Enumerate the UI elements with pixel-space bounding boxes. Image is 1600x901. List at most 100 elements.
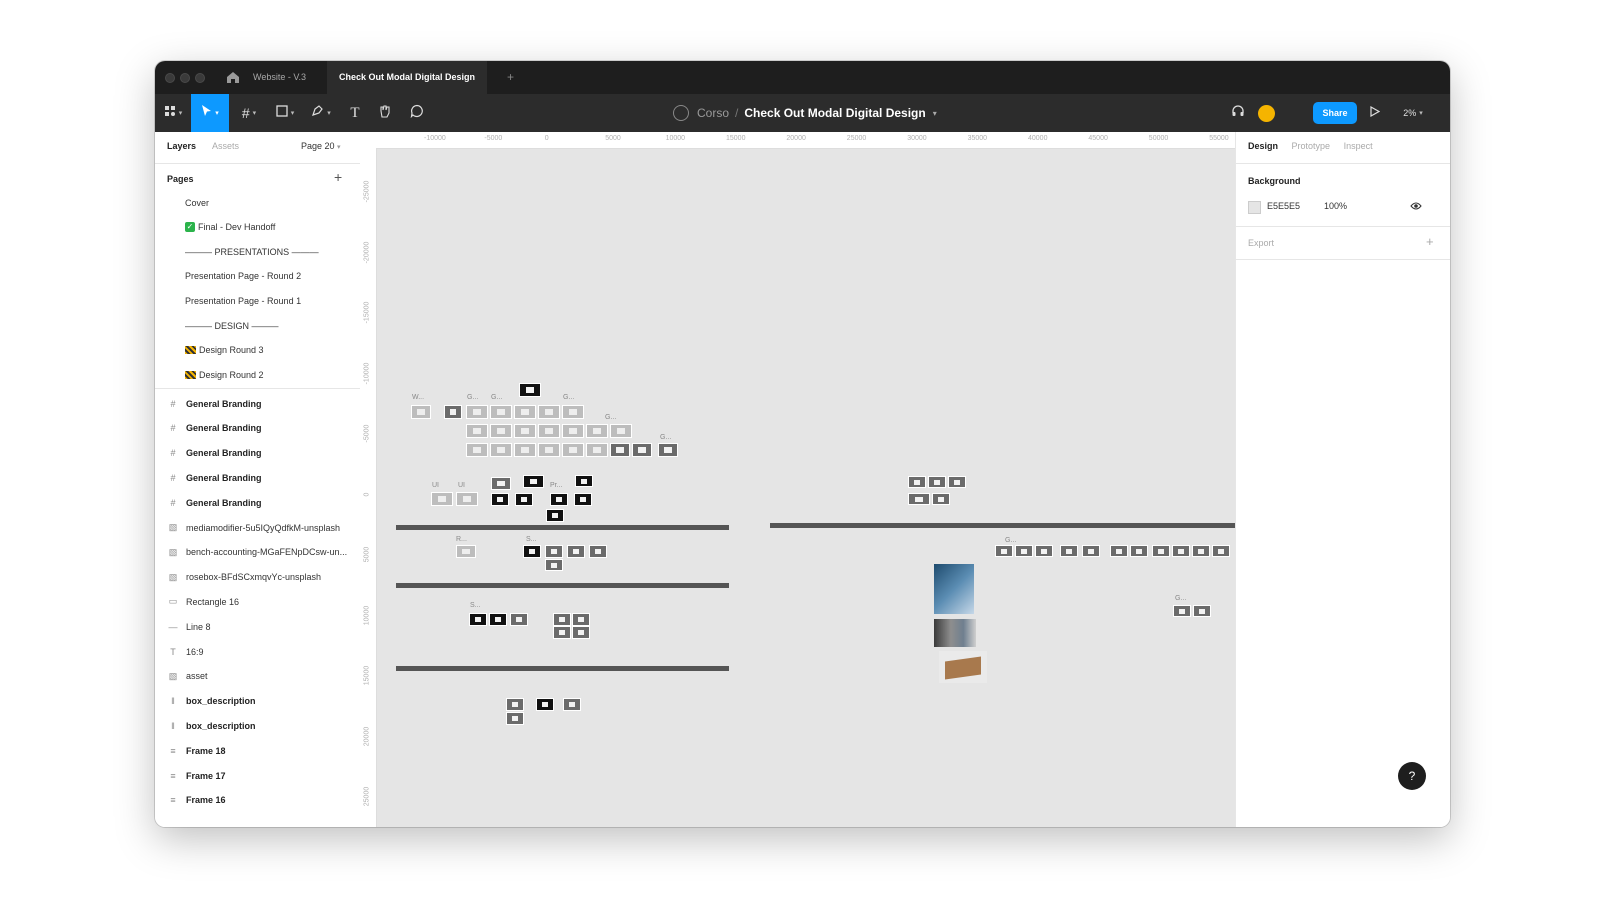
background-color-row[interactable]: E5E5E5 100% [1248,198,1438,216]
page-item[interactable]: Presentation Page - Round 1 [155,288,360,313]
frame-thumbnail[interactable] [490,424,512,438]
frame-thumbnail[interactable] [456,545,476,558]
hand-tool-button[interactable] [371,94,399,132]
frame-thumbnail[interactable] [1110,545,1128,557]
frame-thumbnail[interactable] [466,443,488,457]
frame-thumbnail[interactable] [1015,545,1033,557]
photo-rosebox[interactable] [939,651,987,683]
tab-inspect[interactable]: Inspect [1344,141,1373,151]
layer-row[interactable]: # General Branding [155,465,360,490]
frame-thumbnail[interactable] [519,383,541,397]
move-tool-button[interactable]: ▾ [191,94,229,132]
frame-tool-button[interactable]: # ▾ [233,94,265,132]
layer-row[interactable]: ▧ mediamodifier-5u5IQyQdfkM-unsplash [155,515,360,540]
frame-thumbnail[interactable] [536,698,554,711]
frame-thumbnail[interactable] [1212,545,1230,557]
frame-thumbnail[interactable] [572,626,590,639]
frame-thumbnail[interactable] [562,424,584,438]
frame-thumbnail[interactable] [572,613,590,626]
frame-thumbnail[interactable] [538,443,560,457]
main-menu-button[interactable]: ▾ [159,94,187,132]
pen-tool-button[interactable]: ▾ [305,94,337,132]
text-tool-button[interactable]: T [341,94,369,132]
frame-thumbnail[interactable] [506,698,524,711]
page-item[interactable]: Presentation Page - Round 2 [155,263,360,288]
frame-thumbnail[interactable] [545,545,563,558]
frame-thumbnail[interactable] [586,424,608,438]
frame-thumbnail[interactable] [469,613,487,626]
layer-row[interactable]: ≡ Frame 17 [155,763,360,788]
tab-prototype[interactable]: Prototype [1292,141,1331,151]
comment-tool-button[interactable] [403,94,431,132]
window-zoom-button[interactable] [195,73,205,83]
page-item[interactable]: ——— DESIGN ——— [155,313,360,338]
frame-thumbnail[interactable] [545,559,563,571]
layer-row[interactable]: ‖ box_description [155,689,360,714]
team-name[interactable]: Corso [697,106,729,120]
frame-thumbnail[interactable] [908,476,926,488]
frame-thumbnail[interactable] [610,424,632,438]
layer-row[interactable]: — Line 8 [155,614,360,639]
frame-thumbnail[interactable] [490,443,512,457]
frame-thumbnail[interactable] [491,477,511,490]
eye-icon[interactable] [1410,201,1422,213]
frame-thumbnail[interactable] [444,405,462,419]
frame-thumbnail[interactable] [466,424,488,438]
frame-thumbnail[interactable] [932,493,950,505]
frame-thumbnail[interactable] [948,476,966,488]
canvas[interactable]: -10000 -5000 0 5000 10000 15000 20000 25000 3000… [360,132,1235,827]
frame-thumbnail[interactable] [1173,605,1191,617]
tab-design[interactable]: Design [1248,141,1278,151]
frame-thumbnail[interactable] [538,405,560,419]
frame-thumbnail[interactable] [491,493,509,506]
frame-thumbnail[interactable] [1193,605,1211,617]
page-item[interactable]: Design Round 3 [155,337,360,362]
tab-layers[interactable]: Layers [167,141,196,151]
page-item[interactable]: Cover [155,190,360,215]
frame-thumbnail[interactable] [514,443,536,457]
frame-thumbnail[interactable] [1152,545,1170,557]
user-avatar[interactable] [1255,94,1277,132]
window-close-button[interactable] [165,73,175,83]
add-page-button[interactable]: + [334,169,342,185]
layer-row[interactable]: ‖ box_description [155,713,360,738]
frame-thumbnail[interactable] [553,626,571,639]
frame-thumbnail[interactable] [1172,545,1190,557]
layer-row[interactable]: # General Branding [155,490,360,515]
frame-thumbnail[interactable] [523,475,544,488]
frame-thumbnail[interactable] [1082,545,1100,557]
file-title[interactable]: Check Out Modal Digital Design [744,106,925,120]
tab-assets[interactable]: Assets [212,141,239,151]
frame-thumbnail[interactable] [553,613,571,626]
color-swatch[interactable] [1248,201,1261,214]
photo-bench-accounting[interactable] [934,619,976,647]
frame-thumbnail[interactable] [589,545,607,558]
share-button[interactable]: Share [1313,102,1357,124]
frame-thumbnail[interactable] [506,712,524,725]
layer-row[interactable]: ▧ rosebox-BFdSCxmqvYc-unsplash [155,565,360,590]
tab-check-out-modal[interactable]: Check Out Modal Digital Design [327,61,488,94]
frame-thumbnail[interactable] [928,476,946,488]
chevron-down-icon[interactable]: ▾ [933,109,937,118]
frame-thumbnail[interactable] [908,493,930,505]
frame-thumbnail[interactable] [610,443,630,457]
frame-thumbnail[interactable] [562,405,584,419]
frame-thumbnail[interactable] [586,443,608,457]
frame-thumbnail[interactable] [489,613,507,626]
frame-thumbnail[interactable] [1035,545,1053,557]
layer-row[interactable]: # General Branding [155,441,360,466]
page-selector[interactable]: Page 20 ▾ [301,141,341,151]
home-icon[interactable] [225,69,241,85]
present-button[interactable] [1363,94,1387,132]
frame-thumbnail[interactable] [515,493,533,506]
frame-thumbnail[interactable] [490,405,512,419]
add-export-button[interactable]: + [1426,234,1434,249]
frame-thumbnail[interactable] [658,443,678,457]
window-minimize-button[interactable] [180,73,190,83]
page-item[interactable]: ——— PRESENTATIONS ——— [155,239,360,264]
layer-row[interactable]: ▧ bench-accounting-MGaFENpDCsw-un... [155,540,360,565]
layer-row[interactable]: ▭ Rectangle 16 [155,589,360,614]
new-tab-button[interactable]: + [507,61,514,94]
frame-thumbnail[interactable] [546,509,564,522]
frame-thumbnail[interactable] [567,545,585,558]
